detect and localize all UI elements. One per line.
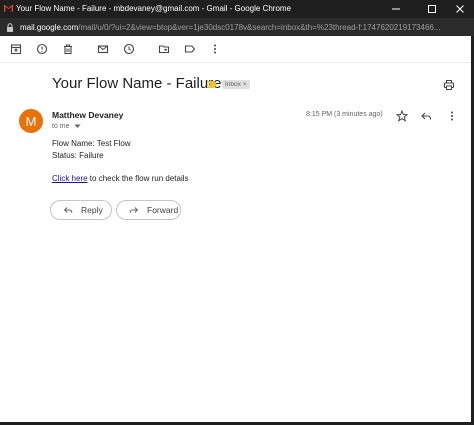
reply-button[interactable]: Reply (50, 200, 112, 220)
flow-run-link[interactable]: Click here (52, 174, 88, 183)
body-status: Status: Failure (52, 151, 104, 160)
delete-button[interactable] (61, 42, 75, 56)
print-button[interactable] (443, 78, 455, 96)
inbox-label-chip: Inbox × (222, 80, 250, 89)
link-suffix-text: to check the flow run details (87, 174, 189, 183)
sender-name[interactable]: Matthew Devaney (52, 110, 123, 120)
reply-label: Reply (81, 205, 103, 215)
remove-label-button[interactable]: × (243, 81, 247, 88)
more-vert-icon (451, 111, 453, 121)
address-bar[interactable]: mail.google.com/mail/u/0/?ui=2&view=btop… (0, 18, 474, 36)
forward-button[interactable]: Forward (116, 200, 181, 220)
minimize-button[interactable] (384, 0, 408, 18)
snooze-icon (123, 43, 135, 55)
more-vert-icon (214, 44, 216, 54)
mark-unread-icon (97, 45, 109, 54)
label-button[interactable] (183, 42, 197, 56)
importance-marker-icon[interactable] (207, 81, 217, 88)
archive-button[interactable] (9, 42, 23, 56)
star-icon (395, 109, 409, 122)
maximize-button[interactable] (420, 0, 444, 18)
email-timestamp: 8:15 PM (3 minutes ago) (306, 111, 383, 118)
delete-icon (64, 44, 72, 55)
url-text[interactable]: mail.google.com/mail/u/0/?ui=2&view=btop… (20, 23, 441, 32)
archive-icon (10, 44, 22, 55)
message-toolbar (0, 36, 474, 63)
snooze-button[interactable] (122, 42, 136, 56)
report-spam-button[interactable] (35, 42, 49, 56)
close-icon (456, 5, 464, 13)
dropdown-arrow-icon[interactable] (74, 124, 81, 129)
body-flow-name: Flow Name: Test Flow (52, 139, 131, 148)
close-window-button[interactable] (448, 0, 472, 18)
maximize-icon (428, 5, 436, 13)
more-options-button[interactable] (208, 42, 222, 56)
mark-unread-button[interactable] (96, 42, 110, 56)
recipient-details[interactable]: to me (52, 123, 81, 130)
reply-icon (421, 112, 432, 120)
lock-icon (7, 23, 13, 32)
window-titlebar: Your Flow Name - Failure - mbdevaney@gma… (0, 0, 474, 18)
message-more-button[interactable] (446, 109, 458, 127)
print-icon (443, 80, 455, 90)
sender-avatar[interactable]: M (19, 109, 43, 133)
reply-icon (63, 207, 73, 213)
body-link-line: Click here to check the flow run details (52, 174, 189, 183)
email-subject: Your Flow Name - Failure (52, 75, 222, 92)
forward-label: Forward (147, 205, 179, 215)
move-to-icon (158, 45, 170, 54)
minimize-icon (392, 8, 400, 10)
star-button[interactable] (395, 109, 409, 127)
gmail-icon (4, 4, 13, 12)
move-to-button[interactable] (157, 42, 171, 56)
inbox-label-text: Inbox (225, 81, 241, 88)
label-icon (184, 45, 196, 53)
reply-icon-button[interactable] (420, 109, 432, 127)
forward-icon (129, 207, 139, 213)
report-spam-icon (36, 43, 48, 55)
window-title: Your Flow Name - Failure - mbdevaney@gma… (16, 4, 292, 13)
url-path: /mail/u/0/?ui=2&view=btop&ver=1je30dsc01… (78, 23, 441, 32)
url-host: mail.google.com (20, 23, 79, 32)
recipient-text: to me (52, 123, 70, 130)
